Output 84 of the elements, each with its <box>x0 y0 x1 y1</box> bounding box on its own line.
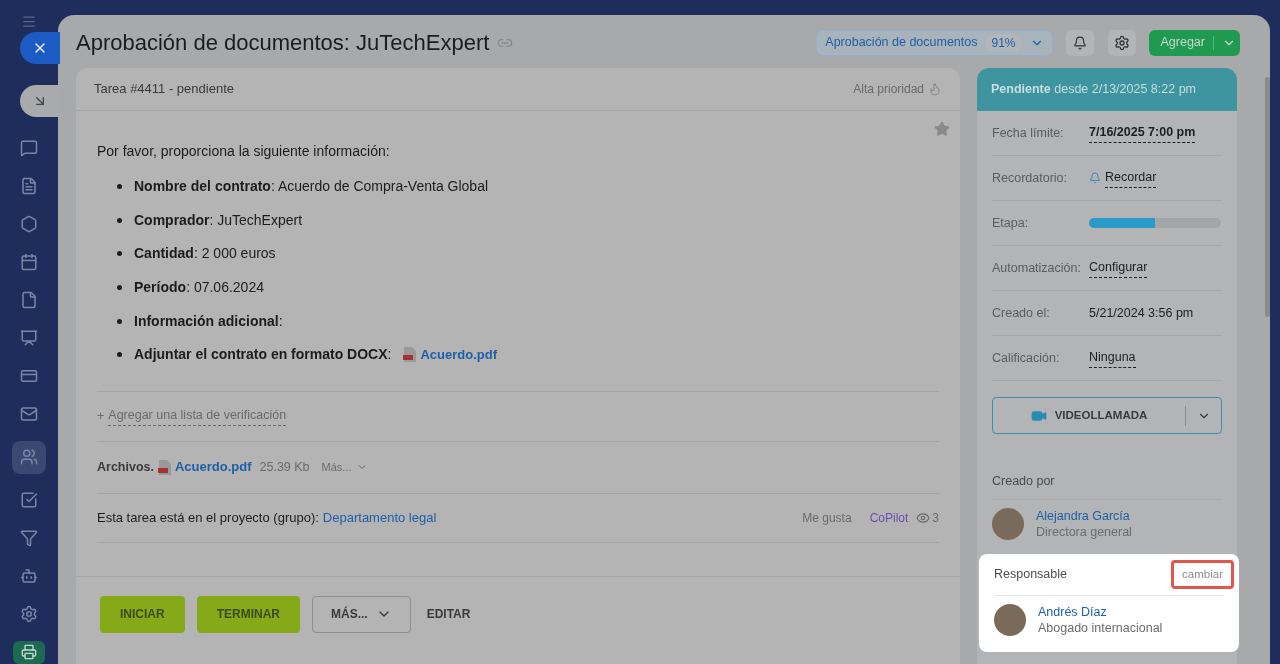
status-header: Pendiente desde 2/13/2025 8:22 pm <box>977 68 1237 111</box>
avatar <box>992 507 1024 540</box>
sidebar-nav-icon <box>20 405 38 424</box>
add-checklist-link[interactable]: Agregar una lista de verificación <box>108 406 287 426</box>
responsible-heading: Responsable <box>994 566 1067 584</box>
project-text: Esta tarea está en el proyecto (grupo): <box>97 508 319 527</box>
field-link[interactable]: Configurar <box>1089 258 1148 278</box>
field-value: 5/21/2024 3:56 pm <box>1089 304 1194 322</box>
pdf-file-icon <box>157 459 171 475</box>
printer-icon <box>21 644 37 661</box>
person-name-link[interactable]: Alejandra García <box>1036 507 1132 524</box>
menu-icon <box>21 14 37 30</box>
sidebar-nav-icon <box>20 491 38 510</box>
description-item: Adjuntar el contrato en formato DOCX: <box>134 345 392 365</box>
star-icon <box>934 121 950 137</box>
bell-icon <box>1089 172 1101 184</box>
bell-icon <box>1072 35 1087 50</box>
avatar <box>994 604 1026 636</box>
description-item: Cantidad: 2 000 euros <box>134 244 276 264</box>
template-dropdown[interactable]: Aprobación de documentos 91% <box>816 29 1053 56</box>
description-item: Período: 07.06.2024 <box>134 278 264 298</box>
person-role: Directora general <box>1036 523 1132 540</box>
description-item: Comprador: JuTechExpert <box>134 210 303 230</box>
action-button[interactable]: TERMINAR <box>196 595 300 633</box>
sidebar-nav-icon <box>20 529 38 548</box>
sidebar-nav-icon <box>20 176 38 195</box>
app-icon[interactable] <box>13 640 45 664</box>
like-link[interactable]: Me gusta <box>802 508 852 527</box>
template-label: Aprobación de documentos <box>825 34 978 52</box>
change-link[interactable]: cambiar <box>1171 559 1234 590</box>
deadline-link[interactable]: 7/16/2025 7:00 pm <box>1089 123 1196 143</box>
bullet-icon <box>117 352 122 358</box>
edit-button[interactable]: EDITAR <box>422 595 475 633</box>
more-link[interactable]: Más... <box>321 458 352 476</box>
bullet-icon <box>117 318 122 324</box>
sidebar-nav-icon <box>20 567 38 586</box>
field-label: Fecha límite: <box>992 124 1065 142</box>
task-heading: Tarea #4411 - pendiente <box>94 80 234 99</box>
file-size: 25.39 Kb <box>259 458 310 476</box>
settings-icon <box>1113 34 1130 51</box>
description-intro: Por favor, proporciona la siguiente información: <box>97 142 391 161</box>
collapse-button[interactable] <box>20 85 60 117</box>
field-label: Etapa: <box>992 214 1030 232</box>
settings-button[interactable] <box>1107 29 1136 56</box>
bullet-icon <box>117 184 122 190</box>
project-link[interactable]: Departamento legal <box>322 507 437 528</box>
close-button[interactable] <box>20 32 60 64</box>
reminder-link[interactable]: Recordar <box>1105 168 1157 188</box>
eye-icon <box>916 510 931 525</box>
plus-icon: + <box>97 406 105 426</box>
notifications-button[interactable] <box>1065 29 1094 56</box>
person-name-link[interactable]: Andrés Díaz <box>1038 604 1163 620</box>
person-role: Abogado internacional <box>1038 620 1163 636</box>
progress-badge: 91% <box>985 33 1022 52</box>
attachment-link[interactable]: Acuerdo.pdf <box>420 345 498 365</box>
bullet-icon <box>117 251 122 257</box>
sidebar-nav-icon <box>20 253 38 272</box>
views-count: 3 <box>932 509 939 527</box>
field-label: Automatización: <box>992 259 1082 277</box>
field-label: Calificación: <box>992 349 1061 367</box>
sidebar-nav-icon <box>20 291 38 310</box>
description-item: Nombre del contrato: Acuerdo de Compra-Venta Global <box>134 177 489 197</box>
field-label: Creado el: <box>992 304 1051 322</box>
action-button[interactable]: INICIAR <box>100 595 185 633</box>
sidebar-nav-icon <box>20 329 38 348</box>
file-link[interactable]: Acuerdo.pdf <box>174 457 252 477</box>
description-item: Información adicional: <box>134 311 283 331</box>
creator-heading: Creado por <box>992 472 1222 500</box>
add-button[interactable]: Agregar <box>1148 29 1240 56</box>
sidebar-nav-icon <box>20 138 38 157</box>
bullet-icon <box>117 285 122 291</box>
pdf-file-icon <box>403 347 417 363</box>
field-label: Recordatorio: <box>992 169 1069 187</box>
window-title: Aprobación de documentos: JuTechExpert <box>76 29 490 57</box>
sidebar-nav-icon <box>20 215 38 233</box>
files-label: Archivos. <box>97 458 154 476</box>
flame-icon <box>928 82 942 96</box>
sidebar-nav-icon <box>20 605 38 624</box>
user-link[interactable]: CoPilot <box>869 508 909 527</box>
field-link[interactable]: Ninguna <box>1089 348 1136 368</box>
priority-label: Alta prioridad <box>853 81 924 98</box>
sidebar-nav-icon <box>20 448 38 467</box>
more-dropdown-button[interactable]: MÁS... <box>312 595 411 633</box>
bullet-icon <box>117 217 122 223</box>
